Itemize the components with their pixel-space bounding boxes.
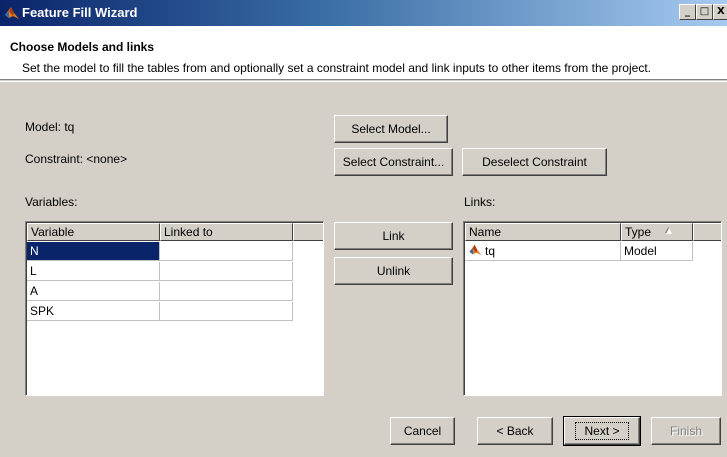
link-type-cell[interactable]: Model	[621, 242, 693, 261]
table-row[interactable]: SPK	[27, 302, 293, 321]
deselect-constraint-button[interactable]: Deselect Constraint	[462, 148, 607, 176]
variable-cell[interactable]: L	[27, 262, 160, 281]
table-row[interactable]: L	[27, 262, 293, 281]
link-name-cell[interactable]: tq	[465, 242, 621, 261]
minimize-button[interactable]: _	[679, 4, 696, 20]
model-label: Model: tq	[25, 120, 75, 134]
linked-to-cell[interactable]	[160, 242, 293, 261]
select-constraint-button[interactable]: Select Constraint...	[334, 148, 453, 176]
column-header-name[interactable]: Name	[465, 223, 621, 241]
cancel-button[interactable]: Cancel	[390, 417, 455, 445]
linked-to-cell[interactable]	[160, 282, 293, 301]
table-row[interactable]: N	[27, 242, 293, 261]
links-table-header: Name Type ▲	[465, 223, 721, 241]
table-row[interactable]: A	[27, 282, 293, 301]
back-button[interactable]: < Back	[477, 417, 553, 445]
variables-table-header: Variable Linked to	[27, 223, 323, 241]
sort-ascending-icon: ▲	[664, 226, 674, 237]
column-header-type[interactable]: Type ▲	[621, 223, 693, 241]
unlink-button[interactable]: Unlink	[334, 257, 453, 285]
matlab-logo-icon	[5, 7, 19, 19]
variable-cell[interactable]: N	[27, 242, 160, 261]
variable-cell[interactable]: A	[27, 282, 160, 301]
linked-to-cell[interactable]	[160, 302, 293, 321]
variables-label: Variables:	[25, 195, 78, 209]
column-header-filler	[693, 223, 721, 241]
links-table[interactable]: Name Type ▲ tq Model	[463, 221, 722, 396]
page-title: Choose Models and links	[10, 40, 155, 54]
column-header-type-label: Type	[625, 225, 652, 239]
close-button[interactable]: X	[713, 4, 727, 20]
next-button-label: Next >	[575, 422, 629, 440]
next-button[interactable]: Next >	[563, 416, 641, 446]
maximize-button[interactable]: □	[696, 4, 713, 20]
column-header-filler	[293, 223, 323, 241]
page-subtitle: Set the model to fill the tables from an…	[22, 61, 651, 75]
variable-cell[interactable]: SPK	[27, 302, 160, 321]
title-bar[interactable]: Feature Fill Wizard _ □ X	[0, 0, 727, 26]
links-label: Links:	[464, 195, 496, 209]
finish-button: Finish	[651, 417, 721, 445]
window-title: Feature Fill Wizard	[22, 5, 138, 20]
feature-fill-wizard-window: Feature Fill Wizard _ □ X Choose Models …	[0, 0, 727, 457]
wizard-header: Choose Models and links Set the model to…	[0, 26, 727, 80]
link-button[interactable]: Link	[334, 222, 453, 250]
column-header-variable[interactable]: Variable	[27, 223, 160, 241]
matlab-model-icon	[469, 244, 482, 256]
variables-table[interactable]: Variable Linked to N L A SPK	[25, 221, 324, 396]
column-header-linked-to[interactable]: Linked to	[160, 223, 293, 241]
constraint-label: Constraint: <none>	[25, 152, 128, 166]
table-row[interactable]: tq Model	[465, 242, 693, 261]
select-model-button[interactable]: Select Model...	[334, 115, 448, 143]
header-divider	[0, 81, 727, 82]
linked-to-cell[interactable]	[160, 262, 293, 281]
link-name-text: tq	[485, 244, 496, 258]
